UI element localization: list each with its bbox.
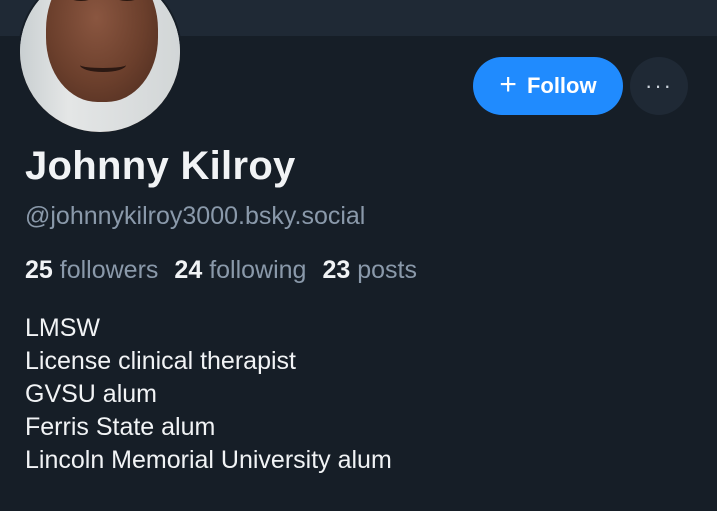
- ellipsis-icon: ···: [645, 73, 673, 98]
- avatar-mouth: [80, 58, 126, 72]
- bio-line: Ferris State alum: [25, 413, 216, 441]
- more-options-button[interactable]: ···: [630, 57, 688, 115]
- display-name: Johnny Kilroy: [25, 144, 296, 188]
- posts-count: 23: [322, 256, 351, 284]
- followers-label: followers: [59, 256, 159, 284]
- bio-line: Lincoln Memorial University alum: [25, 446, 392, 474]
- bio-line: GVSU alum: [25, 380, 157, 408]
- follow-button[interactable]: + Follow: [473, 57, 623, 115]
- followers-stat[interactable]: 25 followers: [25, 256, 158, 285]
- bio-line: License clinical therapist: [25, 347, 296, 375]
- profile-handle: @johnnykilroy3000.bsky.social: [25, 202, 366, 230]
- following-count: 24: [174, 256, 203, 284]
- bio-line: LMSW: [25, 314, 100, 342]
- profile-stats: 25 followers 24 following 23 posts: [25, 256, 417, 285]
- posts-label: posts: [357, 256, 417, 284]
- followers-count: 25: [25, 256, 53, 284]
- posts-stat: 23 posts: [322, 256, 417, 285]
- profile-bio: LMSW License clinical therapist GVSU alu…: [25, 312, 392, 477]
- following-stat[interactable]: 24 following: [174, 256, 306, 285]
- plus-icon: +: [499, 67, 517, 101]
- following-label: following: [209, 256, 307, 284]
- follow-label: Follow: [526, 73, 597, 98]
- avatar[interactable]: [18, 0, 182, 134]
